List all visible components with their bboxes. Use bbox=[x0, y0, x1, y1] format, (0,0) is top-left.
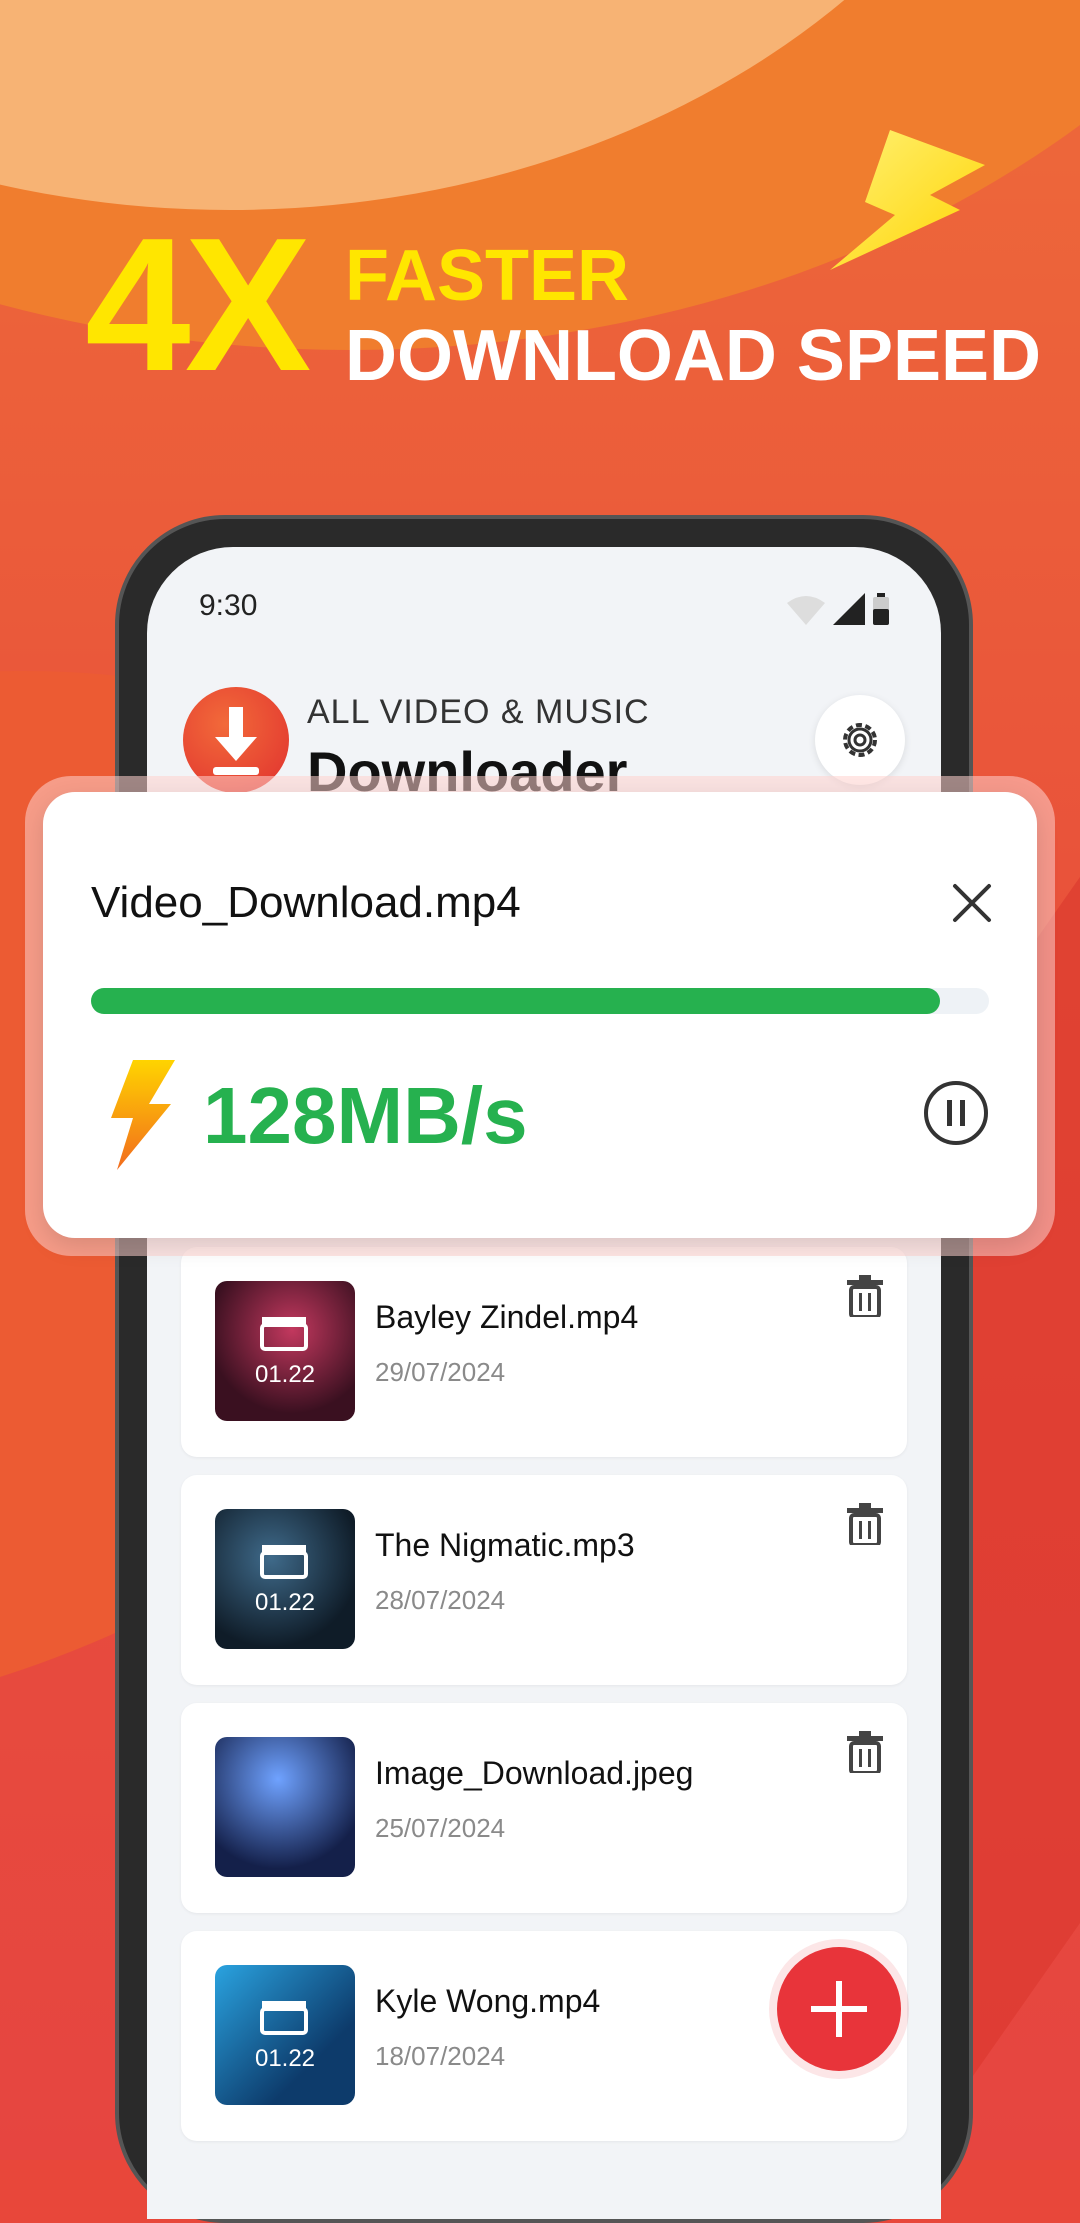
video-duration: 01.22 bbox=[254, 1589, 316, 1616]
lightning-icon bbox=[111, 1060, 175, 1170]
promo-4x: 4X bbox=[85, 199, 311, 411]
image-thumbnail bbox=[215, 1737, 355, 1877]
close-icon[interactable] bbox=[947, 878, 997, 928]
signal-icon bbox=[833, 593, 865, 625]
status-bar: 9:30 bbox=[199, 589, 889, 629]
file-date: 18/07/2024 bbox=[375, 2041, 506, 2071]
trash-icon[interactable] bbox=[847, 1275, 883, 1317]
trash-icon[interactable] bbox=[847, 1503, 883, 1545]
list-item[interactable]: 01.22 The Nigmatic.mp3 28/07/2024 bbox=[181, 1475, 907, 1685]
battery-icon bbox=[873, 593, 889, 625]
clapperboard-icon bbox=[260, 1545, 308, 1579]
download-speed: 128MB/s bbox=[203, 1071, 528, 1160]
list-item[interactable]: 01.22 Bayley Zindel.mp4 29/07/2024 bbox=[181, 1247, 907, 1457]
video-thumbnail: 01.22 bbox=[215, 1965, 355, 2105]
file-date: 29/07/2024 bbox=[375, 1357, 506, 1387]
download-progress-bar bbox=[91, 988, 989, 1014]
download-progress-card: Video_Download.mp4 128MB/s bbox=[43, 792, 1037, 1238]
list-item[interactable]: Image_Download.jpeg 25/07/2024 bbox=[181, 1703, 907, 1913]
download-filename: Video_Download.mp4 bbox=[91, 878, 521, 927]
file-date: 28/07/2024 bbox=[375, 1585, 506, 1615]
video-duration: 01.22 bbox=[254, 2045, 316, 2072]
app-header: ALL VIDEO & MUSIC Downloader bbox=[183, 687, 905, 803]
file-name: Bayley Zindel.mp4 bbox=[375, 1299, 639, 1335]
wifi-icon bbox=[787, 596, 825, 625]
lightning-icon bbox=[830, 130, 985, 270]
clapperboard-icon bbox=[260, 2001, 308, 2035]
pause-icon[interactable] bbox=[923, 1080, 989, 1146]
add-download-button[interactable] bbox=[777, 1947, 901, 2071]
clapperboard-icon bbox=[260, 1317, 308, 1351]
file-name: The Nigmatic.mp3 bbox=[375, 1527, 635, 1563]
video-thumbnail: 01.22 bbox=[215, 1281, 355, 1421]
file-name: Kyle Wong.mp4 bbox=[375, 1983, 601, 2019]
brand-subtitle: ALL VIDEO & MUSIC bbox=[307, 693, 650, 731]
gear-icon bbox=[843, 723, 877, 757]
promo-line-faster: FASTER bbox=[345, 236, 630, 316]
phone-frame: 9:30 ALL VIDEO & MUSIC Downloader 01.22 … bbox=[115, 515, 973, 2223]
video-thumbnail: 01.22 bbox=[215, 1509, 355, 1649]
file-name: Image_Download.jpeg bbox=[375, 1755, 694, 1791]
promo-line-speed: DOWNLOAD SPEED bbox=[345, 316, 1042, 396]
plus-icon bbox=[811, 1981, 867, 2037]
trash-icon[interactable] bbox=[847, 1731, 883, 1773]
file-date: 25/07/2024 bbox=[375, 1813, 506, 1843]
video-duration: 01.22 bbox=[254, 1361, 316, 1388]
download-progress-fill bbox=[91, 988, 940, 1014]
settings-button[interactable] bbox=[815, 695, 905, 785]
status-time: 9:30 bbox=[199, 589, 258, 622]
